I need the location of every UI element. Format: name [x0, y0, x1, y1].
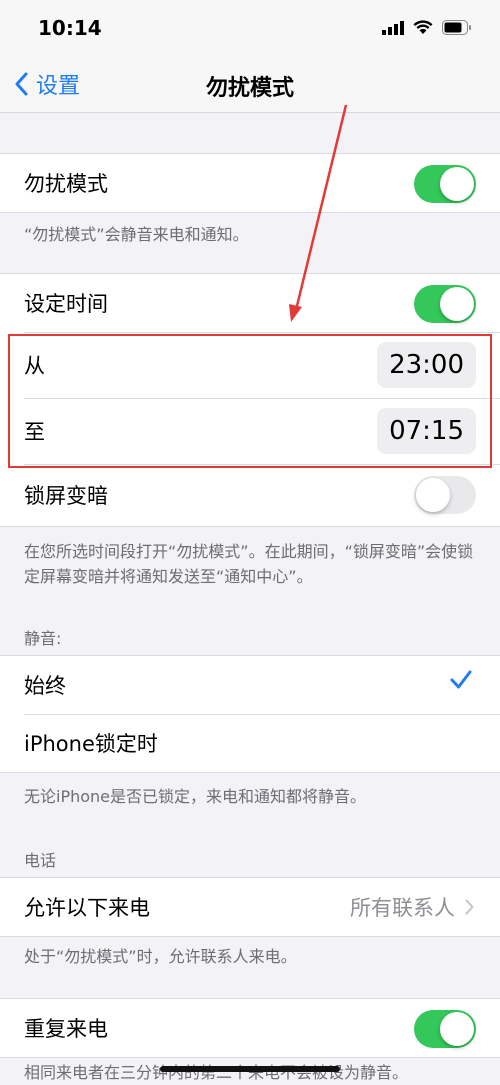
home-indicator[interactable] — [160, 1066, 340, 1072]
annotation-arrow-icon — [289, 104, 348, 322]
